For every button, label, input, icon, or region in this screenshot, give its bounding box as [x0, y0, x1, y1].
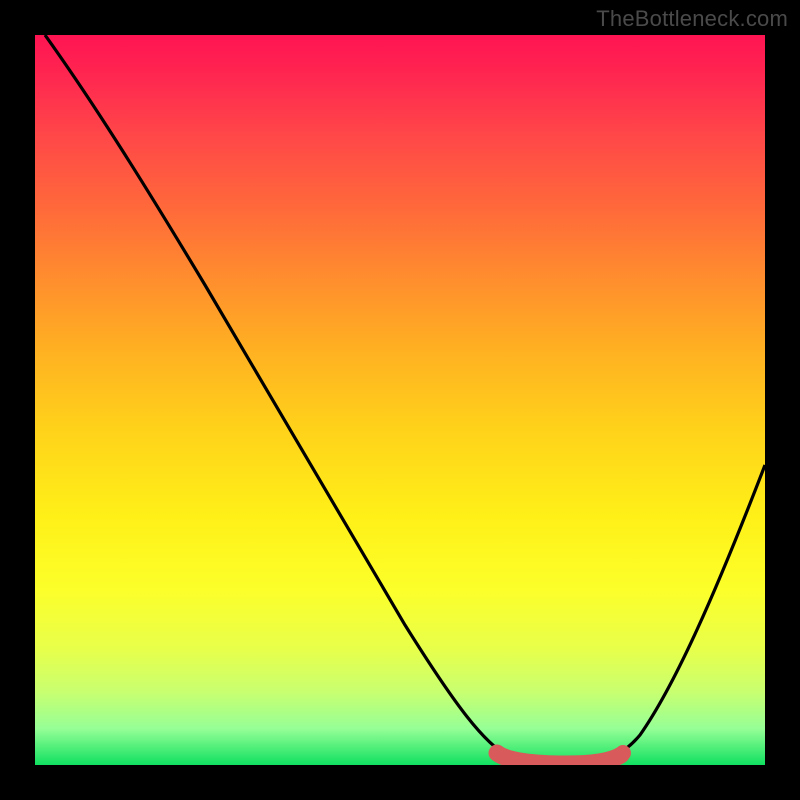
optimal-band-endpoint [615, 745, 631, 761]
chart-svg [35, 35, 765, 765]
bottleneck-curve-line [45, 35, 765, 762]
attribution-text: TheBottleneck.com [596, 6, 788, 32]
chart-plot-area [35, 35, 765, 765]
chart-frame: TheBottleneck.com [0, 0, 800, 800]
optimal-band-marker [497, 753, 621, 764]
